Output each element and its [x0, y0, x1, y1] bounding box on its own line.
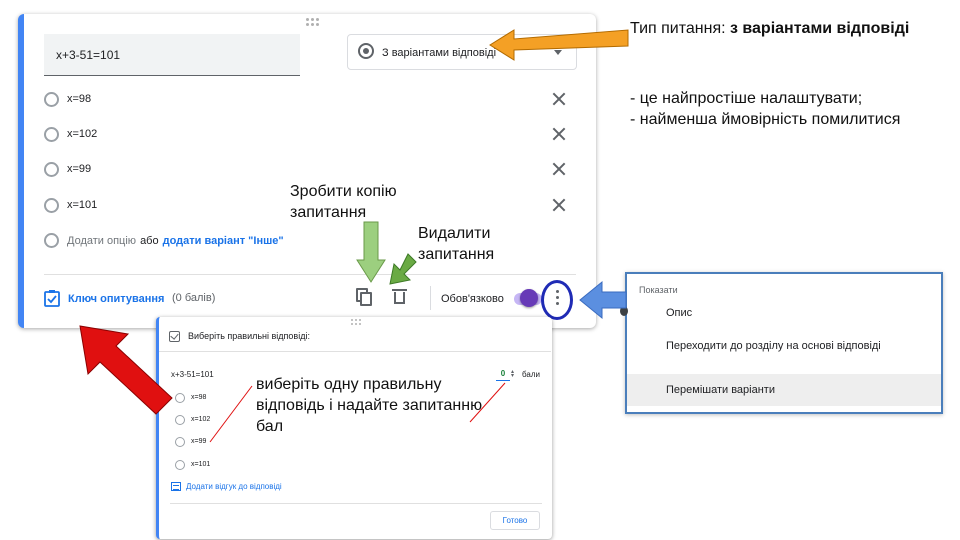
points-input[interactable]: 0 [496, 369, 510, 381]
question-title-input[interactable]: x+3-51=101 [44, 34, 300, 76]
answer-label[interactable]: x=101 [191, 461, 210, 468]
answer-radio[interactable] [175, 415, 185, 425]
answer-radio[interactable] [175, 437, 185, 447]
option-label[interactable]: x=98 [67, 93, 91, 105]
option-radio[interactable] [44, 198, 59, 213]
annotation-copy: Зробити копію запитання [290, 183, 397, 221]
remove-option-icon[interactable] [552, 198, 566, 212]
points-label: бали [522, 370, 540, 379]
remove-option-icon[interactable] [552, 92, 566, 106]
answer-key-title: Виберіть правильні відповіді: [188, 331, 310, 341]
duplicate-icon[interactable] [356, 288, 372, 306]
add-or-text: або [140, 234, 159, 247]
annotation-question-type: Тип питання: з варіантами відповіді [630, 18, 930, 39]
points-count: (0 балів) [172, 292, 216, 304]
footer-divider [44, 274, 576, 275]
radio-button-icon [358, 43, 374, 59]
add-feedback-label[interactable]: Додати відгук до відповіді [186, 482, 282, 491]
menu-edge-mark [620, 306, 628, 316]
menu-header: Показати [639, 285, 678, 295]
annotation-delete: Видалити запитання [418, 225, 495, 263]
dialog-divider [159, 351, 551, 352]
drag-handle-icon[interactable] [351, 319, 361, 327]
answer-key-label[interactable]: Ключ опитування [68, 293, 164, 305]
answer-radio[interactable] [175, 393, 185, 403]
menu-item-go-to-section[interactable]: Переходити до розділу на основі відповід… [666, 340, 881, 352]
annotation-answer-key: виберіть одну правильну відповідь і нада… [256, 376, 483, 435]
add-other-link[interactable]: додати варіант "Інше" [163, 235, 284, 247]
option-label[interactable]: x=102 [67, 128, 97, 140]
answer-key-button[interactable]: Ключ опитування [44, 290, 164, 307]
question-type-label: З варіантами відповіді [382, 47, 497, 59]
points-stepper-icon[interactable]: ▴ ▾ [511, 369, 514, 379]
option-radio [44, 233, 59, 248]
answer-label[interactable]: x=98 [191, 394, 206, 401]
annotation-bullets: - це найпростіше налаштувати; - найменша… [630, 88, 930, 130]
annotation-bullet-1: - це найпростіше налаштувати; [630, 90, 863, 107]
option-label[interactable]: x=101 [67, 199, 97, 211]
option-radio[interactable] [44, 127, 59, 142]
required-label: Обов'язково [441, 293, 504, 305]
annotation-bullet-2: - найменша ймовірність помилитися [630, 111, 901, 128]
answer-label[interactable]: x=99 [191, 438, 206, 445]
footer-vertical-divider [430, 286, 431, 310]
feedback-icon [171, 482, 181, 491]
option-label[interactable]: x=99 [67, 163, 91, 175]
answer-radio[interactable] [175, 460, 185, 470]
remove-option-icon[interactable] [552, 162, 566, 176]
answer-label[interactable]: x=102 [191, 416, 210, 423]
drag-handle-icon[interactable] [306, 18, 320, 26]
option-radio[interactable] [44, 162, 59, 177]
answer-key-question: x+3-51=101 [171, 370, 214, 379]
add-option-row: Додати опцію або додати варіант "Інше" [44, 233, 284, 248]
option-radio[interactable] [44, 92, 59, 107]
checkbox-icon [169, 331, 180, 342]
add-option-link[interactable]: Додати опцію [67, 235, 136, 247]
add-feedback-link[interactable]: Додати відгук до відповіді [171, 482, 282, 491]
remove-option-icon[interactable] [552, 127, 566, 141]
required-toggle-knob[interactable] [520, 289, 538, 307]
dialog-divider [170, 503, 542, 504]
delete-icon[interactable] [392, 289, 407, 304]
question-type-select[interactable]: З варіантами відповіді [347, 34, 577, 70]
dropdown-arrow-icon [554, 50, 562, 55]
menu-item-description[interactable]: Опис [666, 307, 692, 319]
menu-item-shuffle[interactable]: Перемішати варіанти [666, 384, 775, 396]
highlight-circle [541, 280, 573, 320]
checkbox-list-icon [44, 290, 60, 307]
done-button[interactable]: Готово [490, 511, 540, 530]
annotation-type-prefix: Тип питання: [630, 20, 730, 37]
annotation-type-bold: з варіантами відповіді [730, 20, 910, 37]
